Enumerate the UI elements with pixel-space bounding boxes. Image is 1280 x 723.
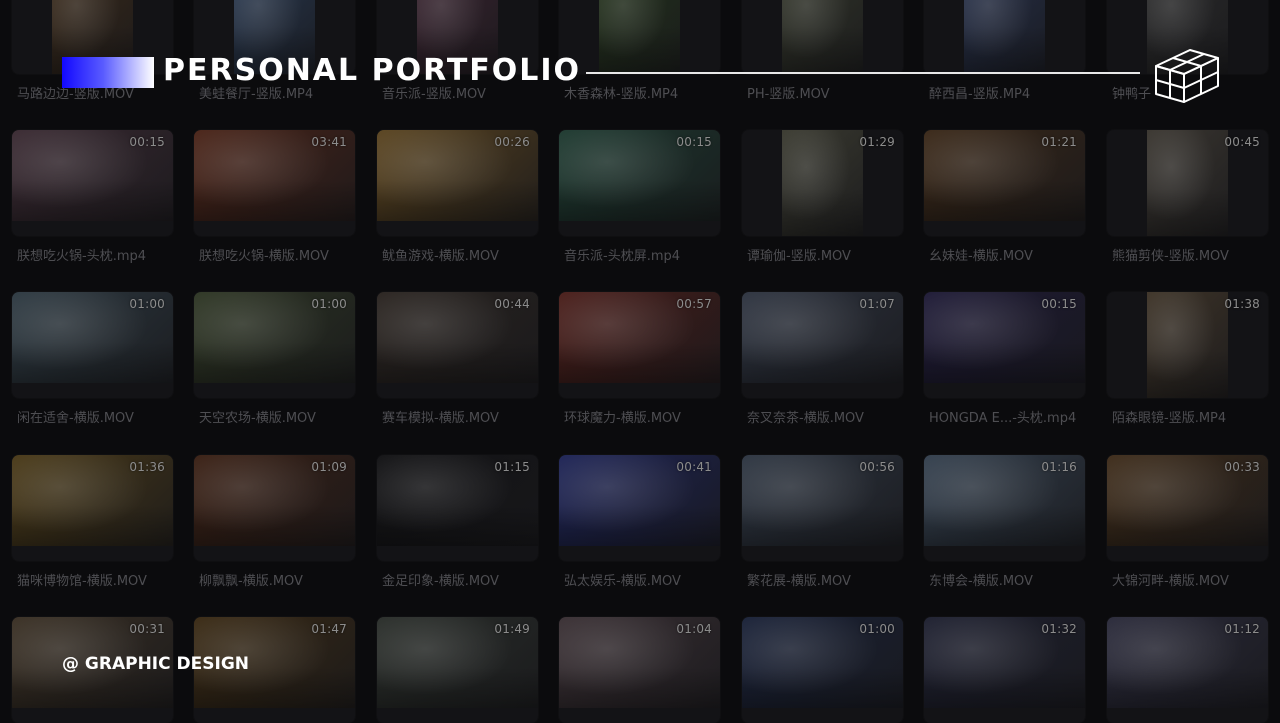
video-filename: 谭瑜伽-竖版.MOV [747, 249, 851, 264]
video-duration: 00:31 [129, 622, 165, 636]
video-tile[interactable]: 01:09 [194, 455, 355, 561]
video-tile[interactable]: 01:00 [194, 292, 355, 398]
video-tile[interactable]: 01:16 [924, 455, 1085, 561]
video-thumbnail [1147, 130, 1228, 236]
video-tile[interactable]: 01:04 [559, 617, 720, 723]
video-tile[interactable]: 00:41 [559, 455, 720, 561]
video-tile[interactable]: 00:15 [12, 130, 173, 236]
footer-label: @ GRAPHIC DESIGN [62, 654, 249, 674]
video-tile[interactable]: 00:44 [377, 292, 538, 398]
video-tile[interactable] [742, 0, 903, 74]
video-duration: 01:16 [1041, 460, 1077, 474]
video-duration: 00:57 [676, 297, 712, 311]
video-tile[interactable]: 03:41 [194, 130, 355, 236]
video-duration: 01:00 [311, 297, 347, 311]
video-thumbnail [599, 0, 680, 74]
video-filename: 闲在适舍-横版.MOV [17, 411, 134, 426]
video-tile[interactable]: 01:15 [377, 455, 538, 561]
video-tile[interactable]: 01:29 [742, 130, 903, 236]
video-thumbnail [1147, 292, 1228, 398]
video-filename: HONGDA E...-头枕.mp4 [929, 411, 1077, 426]
video-tile[interactable]: 00:15 [559, 130, 720, 236]
video-duration: 01:00 [129, 297, 165, 311]
video-duration: 01:29 [859, 135, 895, 149]
video-filename: 天空农场-横版.MOV [199, 411, 316, 426]
video-tile[interactable]: 01:38 [1107, 292, 1268, 398]
video-duration: 01:15 [494, 460, 530, 474]
video-filename: 陌森眼镜-竖版.MP4 [1112, 411, 1227, 426]
video-tile[interactable]: 00:33 [1107, 455, 1268, 561]
video-filename: 醉西昌-竖版.MP4 [929, 87, 1031, 102]
video-filename: 环球魔力-横版.MOV [564, 411, 681, 426]
video-duration: 00:56 [859, 460, 895, 474]
video-tile[interactable]: 01:36 [12, 455, 173, 561]
video-grid: 马路边边-竖版.MOV 美蛙餐厅-竖版.MP4 音乐派-竖版.MOV 木香森林-竖版.… [0, 0, 1280, 723]
video-duration: 01:21 [1041, 135, 1077, 149]
video-tile[interactable]: 00:56 [742, 455, 903, 561]
video-duration: 01:38 [1224, 297, 1260, 311]
video-filename: 金足印象-横版.MOV [382, 574, 499, 589]
video-tile[interactable]: 00:26 [377, 130, 538, 236]
video-duration: 00:15 [129, 135, 165, 149]
video-duration: 01:49 [494, 622, 530, 636]
video-duration: 00:33 [1224, 460, 1260, 474]
video-tile[interactable] [924, 0, 1085, 74]
video-filename: 幺妹娃-横版.MOV [929, 249, 1033, 264]
video-filename: 柳飘飘-横版.MOV [199, 574, 303, 589]
video-thumbnail [782, 130, 863, 236]
video-filename: 赛车模拟-横版.MOV [382, 411, 499, 426]
video-filename: 朕想吃火锅-横版.MOV [199, 249, 329, 264]
video-thumbnail [964, 0, 1045, 74]
video-filename: PH-竖版.MOV [747, 87, 830, 102]
video-filename: 鱿鱼游戏-横版.MOV [382, 249, 499, 264]
video-filename: 繁花展-横版.MOV [747, 574, 851, 589]
video-duration: 01:12 [1224, 622, 1260, 636]
video-duration: 01:00 [859, 622, 895, 636]
video-filename: 木香森林-竖版.MP4 [564, 87, 679, 102]
video-filename: 熊猫剪侠-竖版.MOV [1112, 249, 1229, 264]
title-divider-line [586, 72, 1140, 74]
video-duration: 00:15 [1041, 297, 1077, 311]
video-tile[interactable]: 01:21 [924, 130, 1085, 236]
video-duration: 01:36 [129, 460, 165, 474]
video-duration: 00:44 [494, 297, 530, 311]
video-tile[interactable]: 00:15 [924, 292, 1085, 398]
video-tile[interactable]: 00:57 [559, 292, 720, 398]
accent-gradient-bar [62, 57, 154, 88]
video-duration: 01:04 [676, 622, 712, 636]
video-thumbnail [782, 0, 863, 74]
video-filename: 音乐派-头枕屏.mp4 [564, 249, 681, 264]
video-duration: 00:15 [676, 135, 712, 149]
video-tile[interactable]: 01:12 [1107, 617, 1268, 723]
video-filename: 猫咪博物馆-横版.MOV [17, 574, 147, 589]
video-duration: 00:26 [494, 135, 530, 149]
wireframe-cube-icon [1155, 49, 1219, 103]
video-tile[interactable]: 01:00 [12, 292, 173, 398]
video-filename: 东博会-横版.MOV [929, 574, 1033, 589]
video-filename: 弘太娱乐-横版.MOV [564, 574, 681, 589]
video-filename: 朕想吃火锅-头枕.mp4 [17, 249, 147, 264]
video-tile[interactable]: 01:32 [924, 617, 1085, 723]
video-tile[interactable]: 01:49 [377, 617, 538, 723]
video-filename: 奈叉奈茶-横版.MOV [747, 411, 864, 426]
video-tile[interactable] [559, 0, 720, 74]
video-tile[interactable]: 01:00 [742, 617, 903, 723]
video-duration: 03:41 [311, 135, 347, 149]
video-duration: 01:07 [859, 297, 895, 311]
video-duration: 01:09 [311, 460, 347, 474]
video-tile[interactable]: 00:45 [1107, 130, 1268, 236]
video-tile[interactable]: 01:07 [742, 292, 903, 398]
video-duration: 00:41 [676, 460, 712, 474]
page-title: PERSONAL PORTFOLIO [163, 53, 582, 88]
video-duration: 00:45 [1224, 135, 1260, 149]
video-duration: 01:32 [1041, 622, 1077, 636]
video-duration: 01:47 [311, 622, 347, 636]
video-filename: 大锦河畔-横版.MOV [1112, 574, 1229, 589]
